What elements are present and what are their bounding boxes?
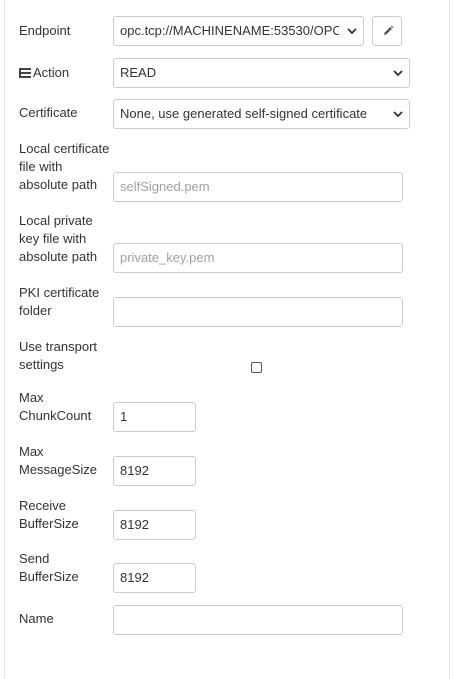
max-message-label-line: MessageSize bbox=[19, 462, 98, 477]
pencil-icon bbox=[384, 25, 394, 35]
chevron-down-icon bbox=[393, 111, 403, 118]
send-buffer-label: Send BufferSize bbox=[19, 550, 79, 586]
receive-buffer-label: Receive BufferSize bbox=[19, 497, 79, 533]
send-buffer-input[interactable]: 8192 bbox=[113, 563, 196, 593]
max-chunk-value: 1 bbox=[120, 409, 128, 424]
chevron-down-icon bbox=[393, 70, 403, 77]
endpoint-label: Endpoint bbox=[19, 23, 71, 38]
transport-label: Use transport settings bbox=[19, 338, 97, 374]
local-cert-label: Local certificate file with absolute pat… bbox=[19, 140, 109, 194]
local-cert-label-line: file with bbox=[19, 159, 63, 174]
name-label: Name bbox=[19, 611, 54, 626]
list-icon bbox=[19, 68, 31, 78]
pki-folder-label-line: folder bbox=[19, 303, 52, 318]
max-message-label-line: Max bbox=[19, 444, 44, 459]
local-cert-placeholder: selfSigned.pem bbox=[120, 179, 210, 194]
edit-endpoint-button[interactable] bbox=[372, 16, 402, 46]
transport-label-line: Use transport bbox=[19, 339, 98, 354]
chevron-down-icon bbox=[347, 28, 357, 35]
receive-buffer-label-line: BufferSize bbox=[19, 516, 79, 531]
node-edit-panel: Endpoint opc.tcp://MACHINENAME:53530/OPC… bbox=[4, 0, 450, 679]
endpoint-select[interactable]: opc.tcp://MACHINENAME:53530/OPCUA/Simula… bbox=[113, 16, 364, 46]
private-key-label: Local private key file with absolute pat… bbox=[19, 212, 97, 266]
max-message-label: Max MessageSize bbox=[19, 443, 97, 479]
pki-folder-label-line: PKI certificate bbox=[19, 285, 100, 300]
max-message-value: 8192 bbox=[120, 463, 149, 478]
action-select[interactable]: READ bbox=[113, 58, 410, 88]
action-value: READ bbox=[120, 65, 157, 80]
send-buffer-label-line: BufferSize bbox=[19, 569, 79, 584]
max-message-input[interactable]: 8192 bbox=[113, 456, 196, 486]
pki-folder-input[interactable] bbox=[113, 297, 403, 327]
max-chunk-input[interactable]: 1 bbox=[113, 402, 196, 432]
send-buffer-label-line: Send bbox=[19, 551, 50, 566]
pki-folder-label: PKI certificate folder bbox=[19, 284, 99, 320]
certificate-label: Certificate bbox=[19, 105, 78, 120]
local-cert-label-line: Local certificate bbox=[19, 141, 110, 156]
private-key-label-line: absolute path bbox=[19, 249, 98, 264]
action-label: Action bbox=[33, 65, 70, 80]
max-chunk-label: Max ChunkCount bbox=[19, 389, 91, 425]
certificate-select[interactable]: None, use generated self-signed certific… bbox=[113, 99, 410, 129]
endpoint-value: opc.tcp://MACHINENAME:53530/OPCUA/Simula… bbox=[120, 23, 339, 38]
max-chunk-label-line: Max bbox=[19, 390, 44, 405]
transport-settings-checkbox[interactable] bbox=[251, 362, 262, 373]
private-key-label-line: Local private bbox=[19, 213, 93, 228]
private-key-input[interactable]: private_key.pem bbox=[113, 243, 403, 273]
transport-label-line: settings bbox=[19, 357, 64, 372]
local-cert-input[interactable]: selfSigned.pem bbox=[113, 172, 403, 202]
certificate-value: None, use generated self-signed certific… bbox=[120, 106, 368, 121]
private-key-placeholder: private_key.pem bbox=[120, 250, 215, 265]
name-input[interactable] bbox=[113, 605, 403, 635]
local-cert-label-line: absolute path bbox=[19, 177, 98, 192]
action-label-row: Action bbox=[19, 64, 69, 82]
max-chunk-label-line: ChunkCount bbox=[19, 408, 92, 423]
receive-buffer-value: 8192 bbox=[120, 517, 149, 532]
receive-buffer-input[interactable]: 8192 bbox=[113, 510, 196, 540]
send-buffer-value: 8192 bbox=[120, 570, 149, 585]
receive-buffer-label-line: Receive bbox=[19, 498, 66, 513]
private-key-label-line: key file with bbox=[19, 231, 87, 246]
